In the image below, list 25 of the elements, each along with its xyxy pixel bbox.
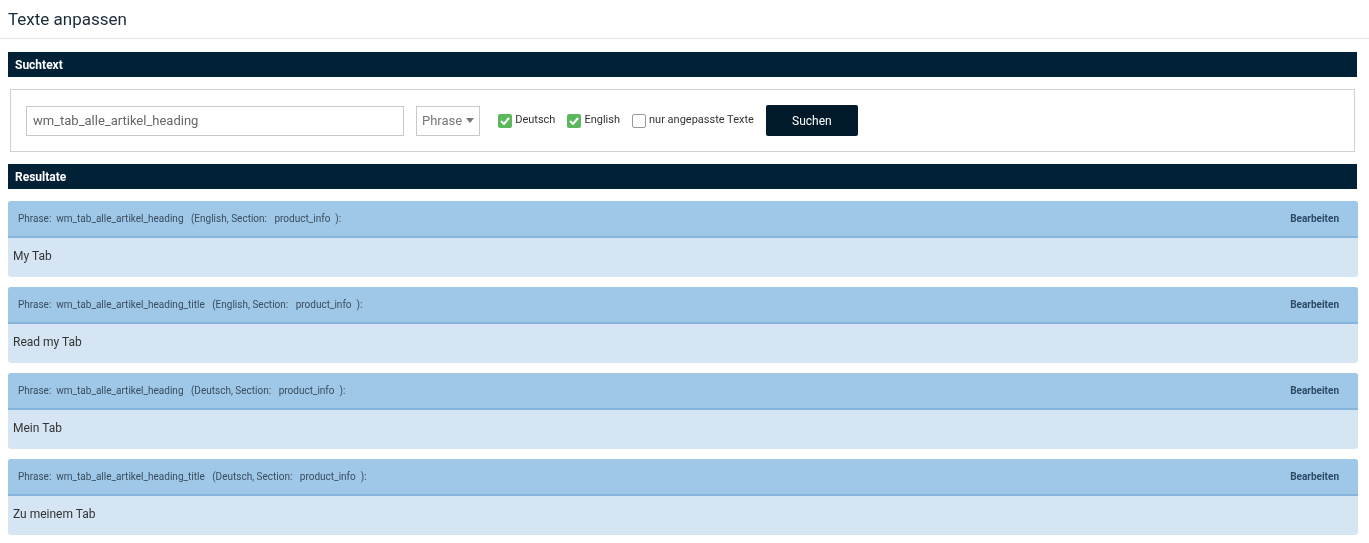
result-text: Mein Tab bbox=[13, 421, 62, 435]
edit-link[interactable]: Bearbeiten bbox=[1290, 297, 1339, 312]
checkbox[interactable] bbox=[632, 113, 646, 128]
section-header: Suchtext bbox=[8, 52, 1357, 77]
search-field[interactable]: wm_tab_alle_artikel_heading bbox=[26, 105, 404, 136]
checkbox-label: English bbox=[584, 112, 620, 129]
result-text: My Tab bbox=[13, 249, 52, 263]
result-header: Phrase: wm_tab_alle_artikel_heading_title (English, Section: product_info ): bbox=[18, 298, 363, 312]
result-header: Phrase: wm_tab_alle_artikel_heading_title (Deutsch, Section: product_info ): bbox=[18, 470, 367, 484]
result-text: Read my Tab bbox=[13, 335, 82, 349]
checkbox[interactable] bbox=[567, 113, 582, 128]
result-header: Phrase: wm_tab_alle_artikel_heading (English, Section: product_info ): bbox=[18, 212, 342, 226]
result-text: Zu meinem Tab bbox=[13, 507, 96, 521]
scope-dropdown[interactable]: Phrase bbox=[416, 105, 481, 136]
checkbox-label: nur angepasste Texte bbox=[649, 112, 754, 129]
edit-link[interactable]: Bearbeiten bbox=[1290, 469, 1339, 484]
page-title: Texte anpassen bbox=[8, 10, 127, 28]
caret-icon bbox=[466, 118, 475, 123]
section-header: Resultate bbox=[8, 164, 1357, 189]
edit-link[interactable]: Bearbeiten bbox=[1290, 211, 1339, 226]
search-button[interactable]: Suchen bbox=[765, 105, 858, 136]
checkbox-label: Deutsch bbox=[515, 112, 556, 129]
result-header: Phrase: wm_tab_alle_artikel_heading (Deutsch, Section: product_info ): bbox=[18, 384, 346, 398]
checkbox[interactable] bbox=[498, 113, 513, 128]
edit-link[interactable]: Bearbeiten bbox=[1290, 383, 1339, 398]
